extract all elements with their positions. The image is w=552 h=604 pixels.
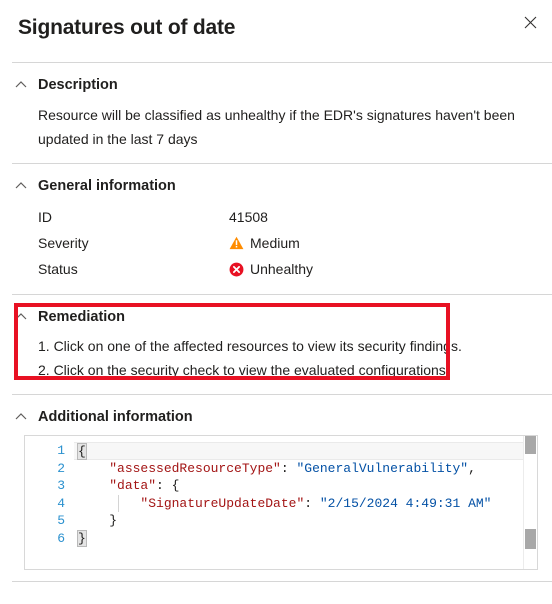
field-label-status: Status [38,261,78,277]
line-number: 1 [57,443,65,458]
code-token: } [78,513,118,528]
code-token: "SignatureUpdateDate" [140,495,305,511]
line-number: 2 [57,460,65,476]
field-value-status: Unhealthy [229,261,313,277]
code-token: : [304,495,320,511]
field-value-id: 41508 [229,209,268,225]
section-additional-information-title: Additional information [38,409,193,425]
scrollbar-thumb-bottom[interactable] [525,529,536,549]
section-general-information: General information ID 41508 Severity Me… [0,164,552,294]
code-token: "GeneralVulnerability" [296,460,469,476]
code-content-area[interactable]: 1 2 3 4 5 6 { "assessedResourceType": "Genera… [25,436,523,569]
section-additional-information-header[interactable]: Additional information [14,408,552,426]
section-description: Description Resource will be classified … [0,63,552,163]
indent-guide [118,494,119,512]
code-line[interactable]: { [74,442,523,460]
close-icon[interactable] [514,6,546,38]
code-line[interactable]: "assessedResourceType": "GeneralVulnerab… [74,460,523,478]
list-item: 2. Click on the security check to view t… [38,362,450,378]
field-value-severity: Medium [229,235,300,251]
code-lines[interactable]: { "assessedResourceType": "GeneralVulner… [73,436,523,569]
section-general-information-header[interactable]: General information [14,177,552,195]
status-badge: Unhealthy [250,261,314,277]
line-number: 6 [57,530,65,546]
code-token: : [280,460,297,476]
panel-header: Signatures out of date [0,0,552,62]
code-line[interactable]: } [74,529,523,548]
code-vertical-scrollbar[interactable] [523,436,537,569]
remediation-steps: 1. Click on one of the affected resource… [14,326,552,382]
code-line[interactable]: "data": { [74,477,523,495]
error-circle-icon [229,262,244,276]
chevron-up-icon [15,313,27,320]
code-token: "data" [109,478,157,493]
chevron-up-icon [15,81,27,88]
line-number-gutter: 1 2 3 4 5 6 [25,436,73,569]
list-item: 1. Click on one of the affected resource… [38,338,462,354]
line-number: 4 [57,495,65,511]
field-label-id: ID [38,209,52,225]
page-title: Signatures out of date [18,16,236,39]
status-badge: Medium [250,235,300,251]
section-description-header[interactable]: Description [14,76,552,94]
table-row: Status Unhealthy [38,256,552,282]
line-number: 5 [57,513,65,528]
code-token: "2/15/2024 4:49:31 AM" [319,495,492,511]
chevron-up-icon [15,182,27,189]
line-number: 3 [57,478,65,493]
section-general-information-title: General information [38,178,176,194]
field-label-severity: Severity [38,235,89,251]
section-remediation: Remediation 1. Click on one of the affec… [0,295,552,394]
footer-divider [12,581,552,582]
table-row: ID 41508 [38,204,552,230]
scrollbar-thumb-top[interactable] [525,436,536,454]
code-token: , [468,460,476,476]
matching-brace-highlight: { [77,443,87,460]
section-description-title: Description [38,77,118,93]
section-remediation-wrapper: Remediation 1. Click on one of the affec… [0,295,552,394]
warning-triangle-icon [229,236,244,250]
code-token: "assessedResourceType" [109,460,281,476]
code-line[interactable]: "SignatureUpdateDate": "2/15/2024 4:49:3… [74,495,523,513]
description-text: Resource will be classified as unhealthy… [38,107,515,147]
chevron-up-icon [15,413,27,420]
section-additional-information: Additional information [0,395,552,426]
code-token: : { [156,478,180,493]
section-remediation-header[interactable]: Remediation [14,308,552,326]
code-line[interactable]: } [74,512,523,530]
section-remediation-title: Remediation [38,309,126,325]
section-description-body: Resource will be classified as unhealthy… [14,94,552,151]
signatures-out-of-date-panel: Signatures out of date Description Resou… [0,0,552,604]
table-row: Severity Medium [38,230,552,256]
general-information-body: ID 41508 Severity Medium Status Unhealth… [14,195,552,282]
json-code-viewer[interactable]: 1 2 3 4 5 6 { "assessedResourceType": "Genera… [24,435,538,570]
id-value: 41508 [229,209,268,225]
matching-brace-highlight: } [77,529,87,547]
